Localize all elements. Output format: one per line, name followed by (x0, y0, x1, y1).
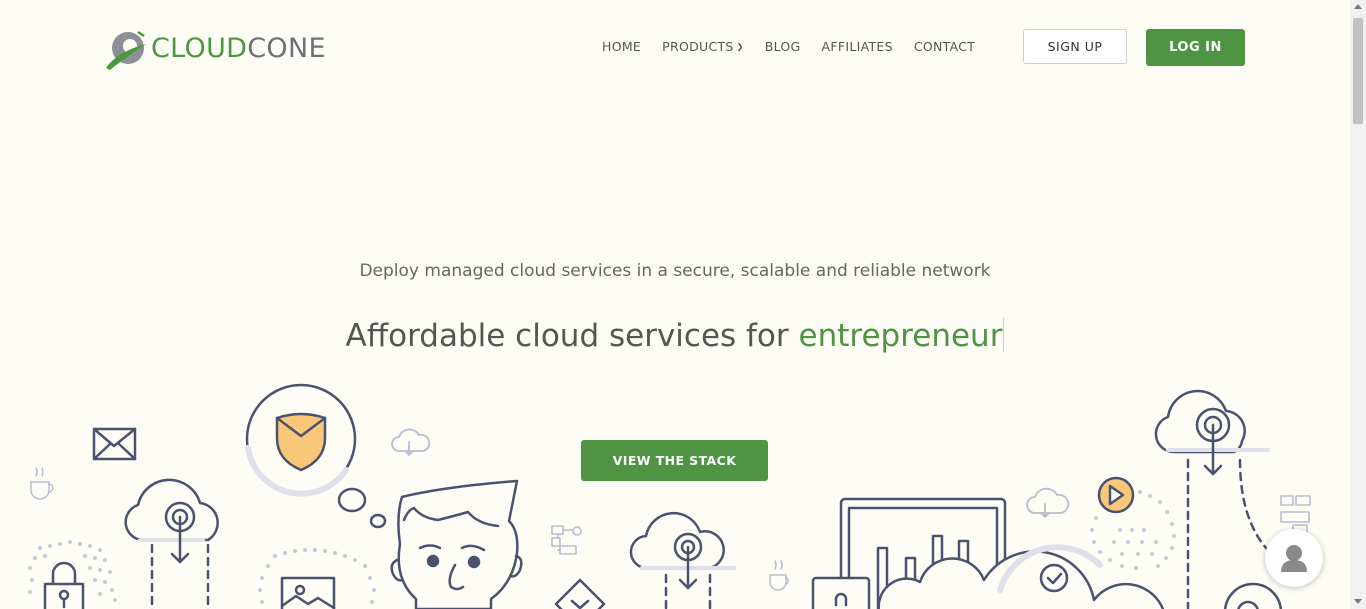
shield-bubble-icon (245, 383, 387, 529)
headline-highlight: entrepreneur (798, 318, 1003, 354)
brand-logo[interactable]: CLOUDCONE (104, 26, 326, 70)
headline-static: Affordable cloud services for (345, 318, 799, 354)
chat-widget-button[interactable] (1265, 529, 1323, 587)
scroll-down-arrow-icon[interactable] (1354, 599, 1362, 604)
hero-headline: Affordable cloud services for entreprene… (0, 318, 1350, 354)
coffee-cup-icon-2 (769, 560, 789, 591)
chevron-down-icon: ❯ (736, 42, 744, 51)
man-face-illustration (390, 479, 523, 609)
nav-products[interactable]: PRODUCTS ❯ (662, 39, 744, 54)
login-button[interactable]: LOG IN (1146, 29, 1245, 66)
cloud-upload-center-icon (629, 511, 736, 609)
nav-blog[interactable]: BLOG (765, 39, 801, 54)
main-nav: HOME PRODUCTS ❯ BLOG AFFILIATES CONTACT (602, 39, 996, 54)
signup-button[interactable]: SIGN UP (1023, 29, 1127, 64)
coffee-cup-icon (30, 467, 54, 500)
hero-illustration (28, 383, 1311, 609)
cloudcone-logo-icon (106, 30, 146, 70)
brand-name-cloud: CLOUD (151, 32, 248, 64)
nav-contact[interactable]: CONTACT (914, 39, 975, 54)
cloud-bottom-right-icon (1223, 582, 1283, 609)
lock-icon (43, 561, 85, 609)
brand-name-cone: CONE (247, 32, 326, 64)
image-icon (280, 576, 336, 609)
nav-products-label: PRODUCTS (662, 39, 734, 54)
briefcase-icon (811, 576, 871, 609)
flowchart-icon (551, 525, 582, 555)
play-icon (1097, 476, 1135, 514)
site-header: CLOUDCONE HOME PRODUCTS ❯ BLOG AFFILIATES… (0, 0, 1350, 90)
diamond-icon (554, 578, 606, 609)
flowchart-icon-2 (1280, 495, 1311, 534)
typing-cursor (1003, 318, 1005, 352)
cloud-download-small-icon-2 (1026, 487, 1070, 518)
cloud-upload-icon (124, 478, 219, 609)
cloud-download-small-icon (391, 428, 431, 456)
hero-subtitle: Deploy managed cloud services in a secur… (359, 261, 991, 281)
scrollbar-thumb[interactable] (1353, 18, 1363, 124)
nav-home[interactable]: HOME (602, 39, 641, 54)
page-scrollbar[interactable] (1350, 0, 1366, 609)
nav-affiliates[interactable]: AFFILIATES (822, 39, 893, 54)
user-avatar-icon (1281, 545, 1307, 572)
scroll-up-arrow-icon[interactable] (1354, 4, 1362, 9)
brand-name: CLOUDCONE (151, 35, 326, 62)
envelope-icon (92, 427, 137, 461)
